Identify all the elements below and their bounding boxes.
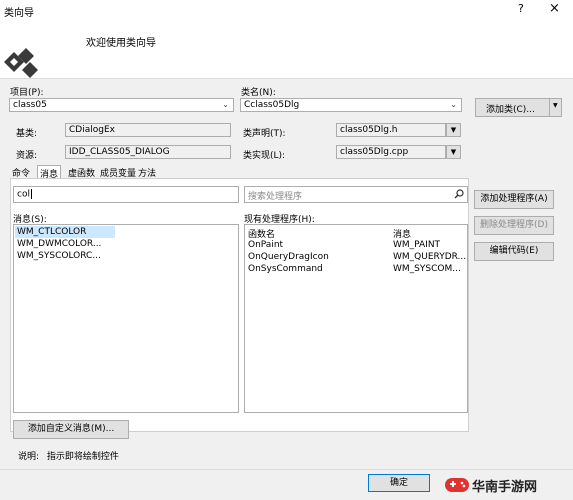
resource-value: IDD_CLASS05_DIALOG (69, 147, 170, 157)
add-custom-message-button[interactable]: 添加自定义消息(M)... (13, 420, 129, 439)
chevron-down-icon: ▼ (450, 148, 457, 156)
add-handler-button[interactable]: 添加处理程序(A) (474, 190, 554, 209)
title-bar: 类向导 ? × (0, 0, 573, 20)
watermark-text: 华南手游网 (472, 480, 538, 495)
help-icon[interactable]: ? (518, 2, 524, 15)
dropdown-arrow-icon[interactable]: ▼ (553, 102, 558, 109)
handlers-list[interactable]: 函数名 消息 OnPaint WM_PAINT OnQueryDragIcon … (244, 224, 468, 413)
add-class-button[interactable]: 添加类(C)... ▼ (475, 98, 562, 117)
wizard-header: 欢迎使用类向导 (0, 20, 573, 79)
watermark: 华南手游网 (444, 470, 570, 498)
class-wizard-logo-icon (4, 48, 38, 78)
message-search-input[interactable]: col (13, 186, 239, 203)
delete-handler-button[interactable]: 删除处理程序(D) (474, 216, 554, 235)
close-icon[interactable]: × (549, 1, 560, 16)
ok-button[interactable]: 确定 (368, 474, 430, 492)
description-text: 指示即将绘制控件 (46, 452, 119, 462)
class-decl-value: class05Dlg.h (340, 125, 398, 135)
resource-field: IDD_CLASS05_DIALOG (65, 145, 231, 159)
class-name-select[interactable]: Cclass05Dlg ⌄ (240, 98, 462, 112)
class-impl-dropdown-button[interactable]: ▼ (446, 145, 461, 159)
list-item[interactable]: WM_SYSCOLORC... (17, 251, 101, 261)
class-impl-field: class05Dlg.cpp (336, 145, 446, 159)
base-class-label: 基类: (16, 129, 38, 139)
split-divider (549, 99, 550, 116)
class-name-value: Cclass05Dlg (244, 100, 300, 110)
class-impl-value: class05Dlg.cpp (340, 147, 409, 157)
window-title: 类向导 (4, 8, 34, 19)
chevron-down-icon: ▼ (450, 126, 457, 134)
chevron-down-icon: ⌄ (222, 100, 229, 109)
description-line: 说明: 指示即将绘制控件 (18, 449, 119, 462)
edit-code-button[interactable]: 编辑代码(E) (474, 242, 554, 261)
base-class-value: CDialogEx (69, 125, 115, 135)
class-name-label: 类名(N): (241, 88, 276, 98)
list-item[interactable]: WM_DWMCOLOR... (17, 239, 101, 249)
class-decl-field: class05Dlg.h (336, 123, 446, 137)
base-class-field: CDialogEx (65, 123, 231, 137)
column-header-function[interactable]: 函数名 (248, 227, 275, 240)
welcome-text: 欢迎使用类向导 (86, 38, 156, 49)
handler-search-input[interactable]: 搜索处理程序 (244, 186, 468, 203)
column-header-message[interactable]: 消息 (393, 227, 411, 240)
table-row-function[interactable]: OnPaint (248, 240, 283, 250)
class-decl-label: 类声明(T): (243, 129, 286, 139)
messages-list[interactable]: WM_CTLCOLOR WM_DWMCOLOR... WM_SYSCOLORC.… (13, 224, 239, 413)
class-decl-dropdown-button[interactable]: ▼ (446, 123, 461, 137)
message-search-value: col (17, 189, 30, 200)
chevron-down-icon: ⌄ (450, 100, 457, 109)
class-impl-label: 类实现(L): (243, 151, 286, 161)
description-label: 说明: (18, 452, 40, 462)
project-value: class05 (13, 100, 47, 110)
table-row-function[interactable]: OnQueryDragIcon (248, 252, 329, 262)
table-row-function[interactable]: OnSysCommand (248, 264, 323, 274)
handler-search-placeholder: 搜索处理程序 (248, 192, 303, 202)
table-row-message[interactable]: WM_PAINT (393, 240, 440, 250)
list-item[interactable]: WM_CTLCOLOR (17, 227, 86, 237)
project-label: 项目(P): (10, 88, 44, 98)
gamepad-logo-icon (445, 478, 469, 492)
table-row-message[interactable]: WM_SYSCOM... (393, 264, 461, 274)
search-icon[interactable] (454, 189, 464, 199)
table-row-message[interactable]: WM_QUERYDR... (393, 252, 466, 262)
resource-label: 资源: (16, 151, 38, 161)
project-select[interactable]: class05 ⌄ (9, 98, 234, 112)
text-caret (30, 189, 32, 199)
add-class-label: 添加类(C)... (486, 105, 535, 115)
